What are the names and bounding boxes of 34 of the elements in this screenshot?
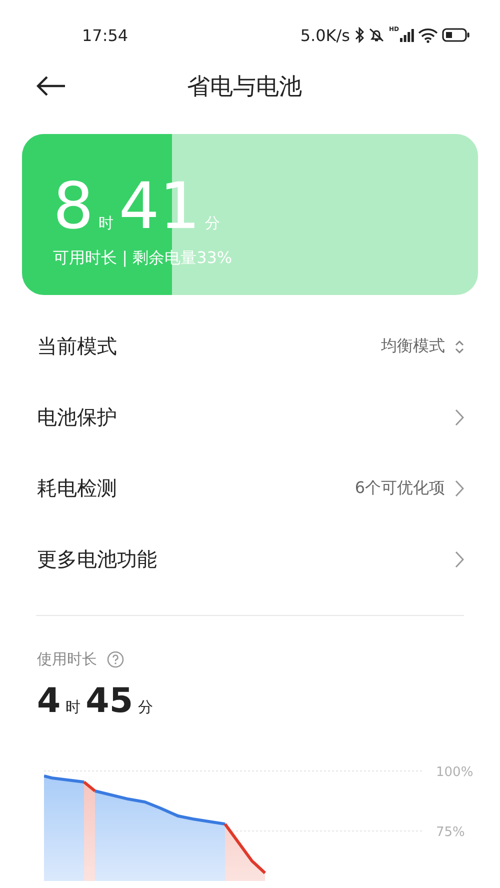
- setting-label: 耗电检测: [37, 475, 118, 502]
- setting-label: 电池保护: [37, 404, 118, 431]
- setting-value: 均衡模式: [381, 336, 445, 357]
- muted-bell-icon: [368, 27, 385, 43]
- usage-hours-unit: 时: [66, 698, 81, 717]
- up-down-caret-icon: [455, 340, 464, 354]
- chevron-right-icon: [455, 409, 464, 426]
- back-arrow-icon[interactable]: [36, 75, 66, 97]
- status-time: 17:54: [82, 26, 128, 44]
- hours-value: 8: [53, 170, 94, 244]
- settings-row[interactable]: 当前模式 均衡模式: [37, 311, 464, 382]
- gridline-label: 75%: [436, 825, 465, 840]
- settings-row[interactable]: 耗电检测 6个可优化项: [37, 453, 464, 524]
- help-icon[interactable]: [107, 651, 124, 668]
- signal-icon: [400, 28, 414, 42]
- network-speed: 5.0K/s: [300, 26, 350, 44]
- minutes-unit: 分: [205, 214, 220, 233]
- gridline-label: 100%: [436, 765, 474, 780]
- setting-value: 6个可优化项: [354, 478, 445, 499]
- setting-label: 当前模式: [37, 333, 118, 360]
- wifi-icon: [418, 28, 438, 42]
- hours-unit: 时: [98, 214, 114, 233]
- usage-minutes-unit: 分: [138, 698, 153, 717]
- setting-label: 更多电池功能: [37, 546, 158, 573]
- settings-row[interactable]: 电池保护: [37, 382, 464, 453]
- battery-icon: [442, 28, 470, 42]
- usage-minutes-value: 45: [86, 681, 133, 721]
- usage-title: 使用时长: [37, 650, 97, 669]
- usage-hours-value: 4: [37, 681, 61, 721]
- page-title: 省电与电池: [187, 72, 302, 102]
- settings-row[interactable]: 更多电池功能: [37, 524, 464, 595]
- chevron-right-icon: [455, 480, 464, 497]
- chevron-right-icon: [455, 551, 464, 568]
- bluetooth-icon: [354, 27, 364, 43]
